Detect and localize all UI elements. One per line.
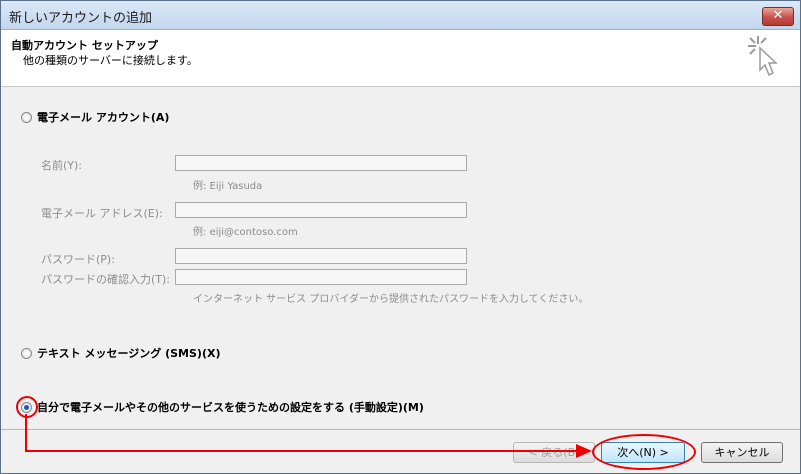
footer-divider bbox=[1, 429, 800, 430]
close-button[interactable]: ✕ bbox=[762, 7, 794, 26]
password-confirm-input[interactable] bbox=[175, 269, 467, 285]
name-hint: 例: Eiji Yasuda bbox=[193, 181, 263, 192]
wizard-header: 自動アカウント セットアップ 他の種類のサーバーに接続します。 bbox=[1, 30, 800, 87]
cursor-sparkle-icon bbox=[748, 36, 778, 77]
email-account-label: 電子メール アカウント(A) bbox=[37, 111, 170, 124]
email-label: 電子メール アドレス(E): bbox=[41, 207, 163, 220]
header-title: 自動アカウント セットアップ bbox=[11, 39, 158, 52]
sms-label: テキスト メッセージング (SMS)(X) bbox=[37, 347, 221, 360]
password-hint: インターネット サービス プロバイダーから提供されたパスワードを入力してください… bbox=[193, 294, 589, 305]
annotation-line-vertical bbox=[25, 414, 27, 451]
window-title: 新しいアカウントの追加 bbox=[9, 11, 153, 26]
email-input[interactable] bbox=[175, 202, 467, 218]
email-account-option[interactable]: 電子メール アカウント(A) bbox=[21, 109, 169, 125]
annotation-arrowhead-icon bbox=[576, 444, 592, 458]
password-label: パスワード(P): bbox=[41, 253, 115, 266]
sms-option[interactable]: テキスト メッセージング (SMS)(X) bbox=[21, 345, 221, 361]
name-label: 名前(Y): bbox=[41, 159, 83, 172]
title-bar[interactable]: 新しいアカウントの追加 ✕ bbox=[1, 1, 800, 30]
annotation-circle-next bbox=[592, 434, 696, 470]
cancel-button[interactable]: キャンセル bbox=[701, 442, 783, 463]
manual-setup-option[interactable]: 自分で電子メールやその他のサービスを使うための設定をする (手動設定)(M) bbox=[21, 399, 424, 415]
sms-radio[interactable] bbox=[21, 347, 32, 359]
email-hint: 例: eiji@contoso.com bbox=[193, 227, 298, 238]
header-subtitle: 他の種類のサーバーに接続します。 bbox=[23, 54, 198, 67]
annotation-circle-radio bbox=[16, 396, 38, 418]
add-account-dialog: 新しいアカウントの追加 ✕ 自動アカウント セットアップ 他の種類のサーバーに接… bbox=[0, 0, 801, 474]
password-confirm-label: パスワードの確認入力(T): bbox=[41, 273, 171, 286]
name-input[interactable] bbox=[175, 155, 467, 171]
manual-setup-label: 自分で電子メールやその他のサービスを使うための設定をする (手動設定)(M) bbox=[37, 401, 424, 414]
annotation-line-horizontal bbox=[25, 450, 580, 452]
password-input[interactable] bbox=[175, 248, 467, 264]
email-account-radio[interactable] bbox=[21, 111, 32, 123]
